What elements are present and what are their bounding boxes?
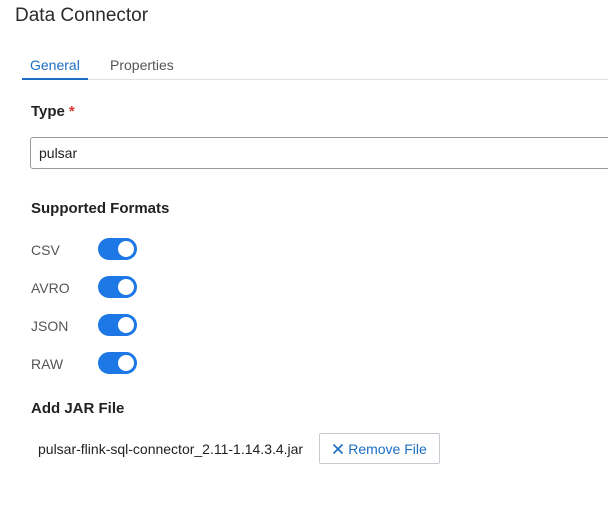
type-input[interactable] (30, 137, 608, 169)
page-title: Data Connector (15, 5, 149, 26)
format-label: RAW (31, 356, 64, 372)
remove-file-button[interactable]: Remove File (319, 433, 440, 464)
format-label: CSV (31, 242, 60, 258)
toggle-knob (118, 279, 134, 295)
remove-file-label: Remove File (348, 440, 427, 457)
format-label: JSON (31, 318, 69, 334)
format-row-json: JSON (31, 314, 151, 338)
toggle-knob (118, 317, 134, 333)
type-label-text: Type (31, 103, 65, 120)
jar-file-name: pulsar-flink-sql-connector_2.11-1.14.3.4… (38, 441, 304, 457)
format-row-avro: AVRO (31, 276, 151, 300)
tab-bar: General Properties (22, 54, 608, 80)
toggle-knob (118, 241, 134, 257)
format-row-csv: CSV (31, 238, 151, 262)
add-jar-label: Add JAR File (31, 400, 125, 417)
tab-general[interactable]: General (22, 57, 88, 80)
close-icon (333, 443, 344, 454)
avro-toggle[interactable] (98, 276, 137, 298)
tab-properties[interactable]: Properties (102, 57, 182, 80)
csv-toggle[interactable] (98, 238, 137, 260)
raw-toggle[interactable] (98, 352, 137, 374)
format-label: AVRO (31, 280, 70, 296)
required-marker: * (68, 103, 75, 120)
type-label: Type * (31, 103, 75, 120)
supported-formats-label: Supported Formats (31, 200, 170, 217)
json-toggle[interactable] (98, 314, 137, 336)
toggle-knob (118, 355, 134, 371)
format-row-raw: RAW (31, 352, 151, 376)
